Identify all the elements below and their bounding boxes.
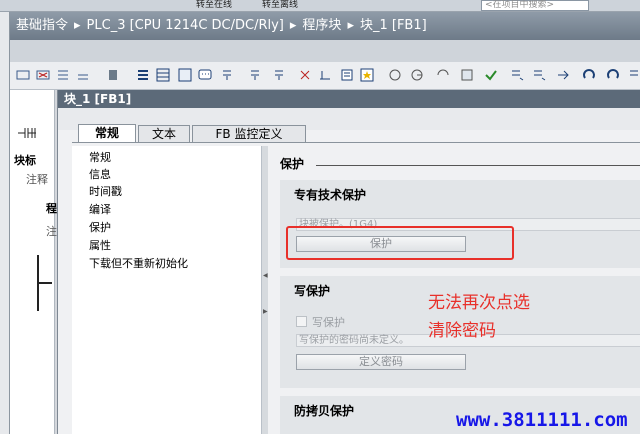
list-view-icon[interactable] <box>136 68 150 82</box>
editor-header-strip <box>10 40 640 62</box>
contact-icon[interactable] <box>18 128 42 138</box>
copy-protect-title: 防拷贝保护 <box>294 404 355 418</box>
align-icon[interactable] <box>340 68 354 82</box>
instruction-icon[interactable] <box>272 68 286 82</box>
define-password-button[interactable]: 定义密码 <box>296 354 466 370</box>
nav-item-compile[interactable]: 编译 <box>89 201 111 218</box>
breadcrumb-separator-icon: ▸ <box>74 18 81 33</box>
project-search-input[interactable]: <在项目中搜索> <box>481 0 589 11</box>
dialog-title: 块_1 [FB1] <box>58 90 640 108</box>
reset-icon[interactable] <box>606 68 620 82</box>
know-how-title: 专有技术保护 <box>294 188 367 202</box>
network-comment-label: 注 <box>46 225 57 238</box>
monitor-off-icon[interactable] <box>410 68 424 82</box>
nav-item-attributes[interactable]: 属性 <box>89 237 111 254</box>
next-error-icon[interactable] <box>510 68 524 82</box>
expand-right-icon[interactable]: ▶ <box>263 308 268 315</box>
nav-item-download-no-reinit[interactable]: 下载但不重新初始化 <box>89 255 188 272</box>
variable-icon[interactable] <box>106 68 120 82</box>
open-all-icon[interactable] <box>56 68 70 82</box>
status-icon[interactable] <box>628 68 640 82</box>
compare-icon[interactable] <box>298 68 312 82</box>
download-icon[interactable] <box>220 68 234 82</box>
breadcrumb-separator-icon: ▸ <box>289 18 297 33</box>
nav-item-timestamp[interactable]: 时间戳 <box>89 183 122 200</box>
table-view-icon[interactable] <box>156 68 170 82</box>
tab-divider <box>72 142 640 143</box>
ladder-rail-icon <box>37 255 52 311</box>
top-toolbar: 转至在线 转至离线 <在项目中搜索> <box>0 0 640 12</box>
nav-item-info[interactable]: 信息 <box>89 166 111 183</box>
modify-icon[interactable] <box>460 68 474 82</box>
property-nav: 常规 信息 时间戳 编译 保护 属性 下载但不重新初始化 <box>72 146 262 434</box>
write-protect-checkbox[interactable] <box>296 316 307 327</box>
block-title-label: 块标 <box>14 154 36 167</box>
absolute-address-icon[interactable] <box>318 68 332 82</box>
delete-network-icon[interactable] <box>36 68 50 82</box>
network-title-label: 程 <box>46 202 57 215</box>
nav-item-protection[interactable]: 保护 <box>89 219 111 236</box>
breadcrumb: 基础指令 ▸ PLC_3 [CPU 1214C DC/DC/Rly] ▸ 程序块 ▸ 块_1… <box>10 12 640 40</box>
tab-text[interactable]: 文本 <box>138 125 190 143</box>
property-content: 保护 专有技术保护 块被保护。(1G4) 保护 写保护 写保护 写保护的密码尚未… <box>268 146 640 434</box>
breadcrumb-item[interactable]: 基础指令 <box>16 18 68 33</box>
jump-icon[interactable] <box>582 68 596 82</box>
tab-fb-monitor[interactable]: FB 监控定义 <box>192 125 306 143</box>
block-comment-label: 注释 <box>26 173 48 186</box>
write-protect-title: 写保护 <box>294 284 331 298</box>
breadcrumb-item[interactable]: 程序块 <box>302 18 341 33</box>
block-editor-toolbar <box>10 62 640 90</box>
favorites-icon[interactable] <box>248 68 262 82</box>
breadcrumb-separator-icon: ▸ <box>347 18 354 33</box>
go-online-button[interactable]: 转至在线 <box>196 0 232 11</box>
previous-error-icon[interactable] <box>532 68 546 82</box>
annotation-line-1: 无法再次点选 <box>428 293 530 313</box>
collapse-left-icon[interactable]: ◀ <box>263 272 268 279</box>
write-protect-checkbox-label: 写保护 <box>312 316 345 329</box>
section-divider <box>316 165 640 166</box>
go-offline-button[interactable]: 转至离线 <box>262 0 298 11</box>
block-code-pane: 块标 注释 程 注 <box>10 90 57 434</box>
breadcrumb-item[interactable]: 块_1 [FB1] <box>360 18 427 33</box>
monitor-on-icon[interactable] <box>388 68 402 82</box>
go-to-icon[interactable] <box>556 68 570 82</box>
force-icon[interactable] <box>436 68 450 82</box>
nav-item-general[interactable]: 常规 <box>89 149 111 166</box>
star-icon[interactable] <box>360 68 374 82</box>
tag-table-icon[interactable] <box>178 68 192 82</box>
show-comments-icon[interactable] <box>198 68 212 82</box>
section-title: 保护 <box>280 157 305 171</box>
annotation-highlight <box>286 226 514 260</box>
close-all-icon[interactable] <box>76 68 90 82</box>
insert-network-icon[interactable] <box>16 68 30 82</box>
breadcrumb-item[interactable]: PLC_3 [CPU 1214C DC/DC/Rly] <box>87 18 284 33</box>
annotation-line-2: 清除密码 <box>428 321 496 341</box>
watermark: www.3811111.com <box>456 409 628 431</box>
check-icon[interactable] <box>484 68 498 82</box>
left-edge-panel <box>0 12 10 434</box>
block-properties-dialog: 块_1 [FB1] 常规 文本 FB 监控定义 常规 信息 时间戳 编译 保护 … <box>57 90 640 434</box>
tab-general[interactable]: 常规 <box>78 124 136 143</box>
